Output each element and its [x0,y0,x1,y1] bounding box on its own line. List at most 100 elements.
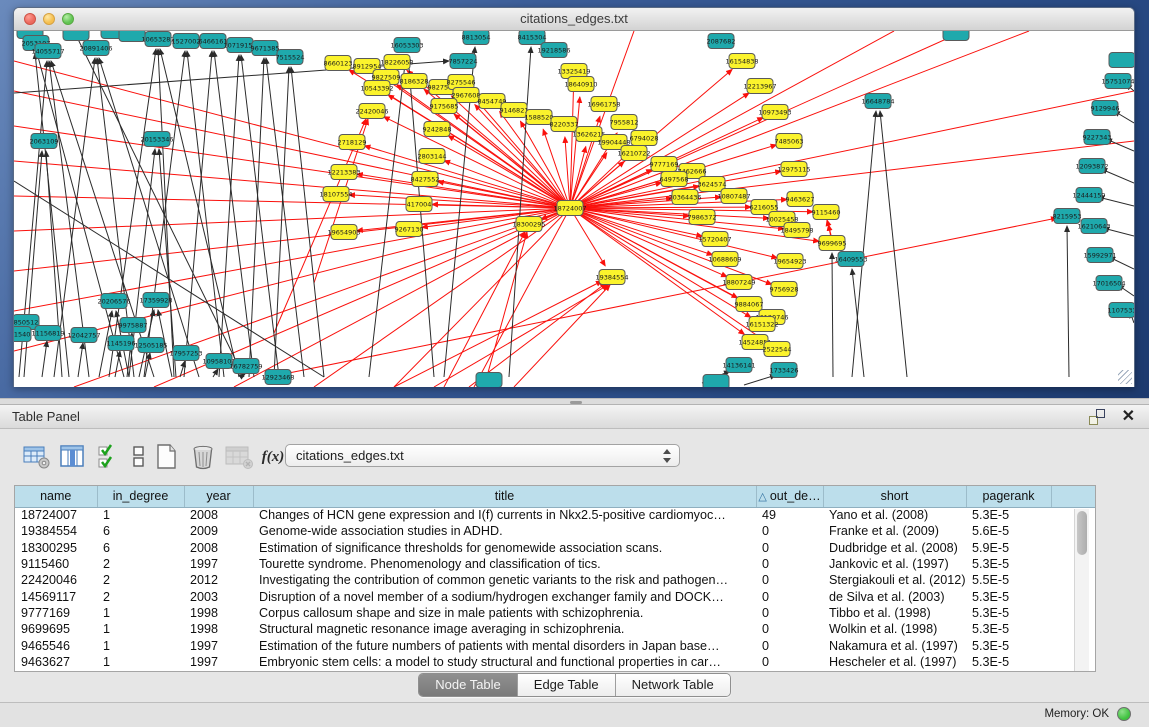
table-row[interactable]: 1830029562008Estimation of significance … [15,540,1096,556]
graph-node[interactable]: 18226058 [380,55,413,70]
table-cell[interactable]: 5.3E-5 [966,637,1051,653]
table-cell[interactable]: Estimation of significance thresholds fo… [253,540,756,556]
graph-node[interactable]: 15751074 [1101,74,1134,89]
table-cell[interactable]: 5.9E-5 [966,540,1051,556]
graph-node[interactable]: 19384554 [595,270,628,285]
graph-node[interactable]: 9777169 [650,157,679,172]
graph-node[interactable]: 9175685 [430,99,459,114]
table-cell[interactable]: 5.3E-5 [966,507,1051,523]
table-cell[interactable]: 2008 [184,507,253,523]
table-cell[interactable]: 0 [756,540,823,556]
graph-node[interactable]: 16154838 [725,54,758,69]
close-window-button[interactable] [24,13,36,25]
table-cell[interactable]: Dudbridge et al. (2008) [823,540,966,556]
graph-node[interactable]: 16053303 [390,38,423,53]
tab-edge-table[interactable]: Edge Table [518,674,616,696]
graph-node[interactable]: 16151322 [745,317,778,332]
table-cell[interactable]: 2012 [184,572,253,588]
table-cell[interactable]: 1 [97,637,184,653]
graph-node[interactable]: 10653287 [141,32,174,47]
table-cell[interactable]: Stergiakouli et al. (2012) [823,572,966,588]
table-row[interactable]: 946554611997Estimation of the future num… [15,637,1096,653]
table-cell[interactable]: 0 [756,621,823,637]
table-cell[interactable]: 2 [97,588,184,604]
table-cell[interactable]: 18724007 [15,507,97,523]
table-row[interactable]: 969969511998Structural magnetic resonanc… [15,621,1096,637]
float-panel-icon[interactable] [1089,409,1105,425]
graph-node[interactable]: 10688609 [708,252,741,267]
graph-node[interactable]: 22420046 [355,104,388,119]
table-cell[interactable]: 5.3E-5 [966,556,1051,572]
table-settings-icon[interactable] [22,443,52,471]
table-cell[interactable]: Nakamura et al. (1997) [823,637,966,653]
table-cell[interactable]: 2008 [184,540,253,556]
graph-node[interactable]: 19218586 [537,43,570,58]
graph-node[interactable]: 16210643 [1077,219,1110,234]
table-cell[interactable]: de Silva et al. (2003) [823,588,966,604]
table-row[interactable]: 977716911998Corpus callosum shape and si… [15,605,1096,621]
graph-node[interactable]: 9884067 [735,297,764,312]
tab-network-table[interactable]: Network Table [616,674,730,696]
graph-node[interactable]: 18300295 [512,217,545,232]
memory-ok-indicator[interactable] [1117,707,1131,721]
table-cell[interactable]: 5.3E-5 [966,605,1051,621]
table-cell[interactable]: 14569117 [15,588,97,604]
graph-node[interactable]: 10543392 [360,81,393,96]
graph-node[interactable]: 20364436 [668,190,701,205]
column-header-out_de[interactable]: △out_de… [756,486,823,507]
graph-node[interactable]: 7955812 [610,115,639,130]
graph-node[interactable]: 8220337 [550,117,579,132]
graph-node[interactable]: 1145196 [107,336,136,351]
graph-node[interactable]: 1527002 [172,34,201,49]
table-cell[interactable]: Estimation of the future numbers of pati… [253,637,756,653]
graph-node[interactable]: 18495798 [780,223,813,238]
graph-node[interactable]: 12042757 [67,328,100,343]
table-cell[interactable]: 5.5E-5 [966,572,1051,588]
graph-node[interactable]: 12213967 [743,79,776,94]
graph-node[interactable]: 9756928 [770,282,799,297]
column-header-pagerank[interactable]: pagerank [966,486,1051,507]
table-select-dropdown[interactable]: citations_edges.txt [285,444,680,467]
table-cell[interactable]: 0 [756,556,823,572]
graph-node[interactable]: 15720407 [698,232,731,247]
table-cell[interactable]: 0 [756,654,823,670]
column-header-title[interactable]: title [253,486,756,507]
table-cell[interactable]: Jankovic et al. (1997) [823,556,966,572]
table-cell[interactable]: 1 [97,654,184,670]
table-cell[interactable]: Embryonic stem cells: a model to study s… [253,654,756,670]
graph-node[interactable]: 9242848 [423,122,452,137]
table-cell[interactable]: 1 [97,605,184,621]
tab-node-table[interactable]: Node Table [419,674,518,696]
table-cell[interactable]: 0 [756,523,823,539]
table-cell[interactable]: 2 [97,556,184,572]
select-column-icon[interactable] [58,443,88,471]
graph-node[interactable]: 11156819 [31,326,64,341]
table-cell[interactable]: 0 [756,605,823,621]
table-cell[interactable]: 9115460 [15,556,97,572]
table-cell[interactable]: Hescheler et al. (1997) [823,654,966,670]
table-cell[interactable]: 0 [756,572,823,588]
table-cell[interactable]: 0 [756,588,823,604]
table-cell[interactable]: 49 [756,507,823,523]
table-cell[interactable]: 1 [97,507,184,523]
graph-node[interactable]: 6794028 [630,131,659,146]
graph-node[interactable]: 2063109 [30,134,59,149]
table-cell[interactable]: Structural magnetic resonance image aver… [253,621,756,637]
table-cell[interactable]: 2 [97,572,184,588]
graph-node[interactable]: 12505185 [134,338,167,353]
graph-node[interactable]: 14136141 [722,358,755,373]
graph-node[interactable]: 8215953 [1053,209,1082,224]
table-cell[interactable]: 5.6E-5 [966,523,1051,539]
table-cell[interactable]: Changes of HCN gene expression and I(f) … [253,507,756,523]
graph-node[interactable]: 10973493 [758,105,791,120]
table-cell[interactable]: Tibbo et al. (1998) [823,605,966,621]
graph-node[interactable]: 17957253 [169,346,202,361]
close-panel-icon[interactable]: ✕ [1122,406,1135,426]
select-all-icon[interactable] [94,443,124,471]
function-builder-icon[interactable]: f(x) [258,443,288,471]
table-cell[interactable]: 5.3E-5 [966,654,1051,670]
graph-node[interactable]: 8427552 [411,172,440,187]
graph-node[interactable]: 10807487 [717,189,750,204]
graph-node[interactable]: 17016504 [1092,276,1125,291]
graph-node[interactable]: 1107533 [1108,303,1134,318]
